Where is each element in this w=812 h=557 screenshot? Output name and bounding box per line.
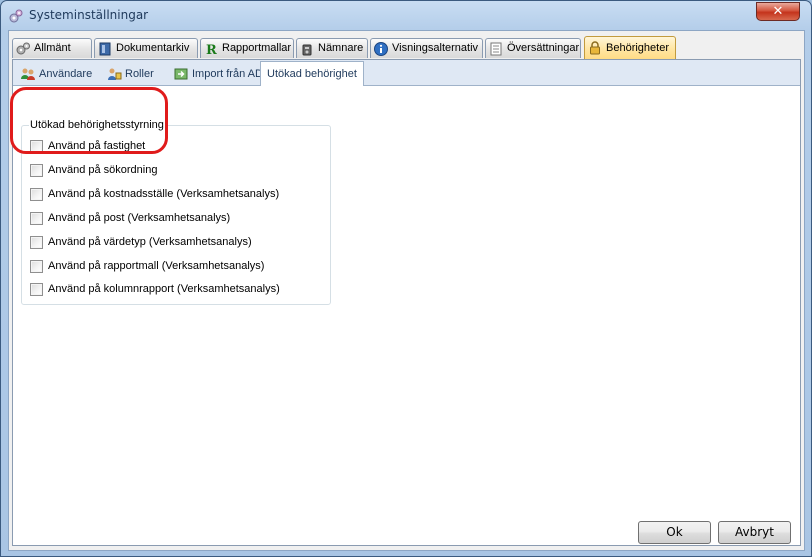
option-sokordning[interactable]: Använd på sökordning	[30, 162, 157, 178]
ok-button[interactable]: Ok	[638, 521, 711, 544]
subtab-utokad-behorighet[interactable]: Utökad behörighet	[260, 61, 364, 86]
report-r-icon: R	[206, 43, 217, 57]
option-vardetyp[interactable]: Använd på värdetyp (Verksamhetsanalys)	[30, 234, 252, 250]
import-icon	[174, 68, 188, 80]
document-icon	[490, 42, 502, 55]
roles-icon	[108, 68, 122, 80]
cancel-button[interactable]: Avbryt	[718, 521, 791, 544]
tab-namnare[interactable]: Nämnare	[296, 38, 368, 58]
subtab-label: Import från AD	[192, 68, 263, 80]
subtab-roller[interactable]: Roller	[103, 63, 157, 85]
checkbox-label: Använd på kolumnrapport (Verksamhetsanal…	[48, 283, 280, 295]
main-tab-strip: Allmänt Dokumentarkiv R Rapportmallar Nä…	[12, 36, 802, 59]
checkbox-label: Använd på kostnadsställe (Verksamhetsana…	[48, 188, 280, 200]
close-icon: ✕	[772, 4, 784, 19]
sub-tab-strip: Användare Roller Import från AD Utökad b…	[13, 60, 800, 86]
tab-label: Översättningar	[507, 42, 580, 54]
scale-icon	[302, 44, 312, 55]
checkbox-label: Använd på värdetyp (Verksamhetsanalys)	[48, 236, 252, 248]
tab-label: Nämnare	[318, 42, 364, 54]
subtab-label: Roller	[125, 68, 154, 80]
close-button[interactable]: ✕	[756, 2, 800, 21]
option-kolumnrapport[interactable]: Använd på kolumnrapport (Verksamhetsanal…	[30, 281, 280, 297]
tab-visningsalternativ[interactable]: Visningsalternativ	[370, 38, 483, 58]
svg-text:R: R	[206, 43, 217, 57]
tab-rapportmallar[interactable]: R Rapportmallar	[200, 38, 294, 58]
option-kostnadsstalle[interactable]: Använd på kostnadsställe (Verksamhetsana…	[30, 186, 279, 202]
window-title: Systeminställningar	[29, 8, 149, 22]
tab-label: Allmänt	[34, 42, 71, 54]
tab-label: Visningsalternativ	[392, 42, 479, 54]
checkbox[interactable]	[30, 259, 43, 273]
subtab-label: Användare	[39, 68, 93, 80]
app-gear-icon	[9, 9, 23, 23]
highlight-annotation	[10, 87, 168, 154]
binder-icon	[99, 42, 111, 55]
lock-icon	[590, 41, 600, 55]
subtab-label: Utökad behörighet	[267, 68, 357, 80]
title-bar[interactable]: Systeminställningar ✕	[1, 1, 811, 30]
tab-label: Rapportmallar	[222, 42, 292, 54]
gears-icon	[16, 42, 30, 54]
tab-label: Dokumentarkiv	[116, 42, 190, 54]
info-icon	[374, 41, 388, 56]
checkbox-label: Använd på post (Verksamhetsanalys)	[48, 212, 231, 224]
settings-window: Systeminställningar ✕ Allmänt Dokumentar…	[0, 0, 812, 557]
option-rapportmall[interactable]: Använd på rapportmall (Verksamhetsanalys…	[30, 258, 264, 274]
checkbox-label: Använd på sökordning	[48, 164, 158, 176]
option-post[interactable]: Använd på post (Verksamhetsanalys)	[30, 210, 230, 226]
subtab-import-ad[interactable]: Import från AD	[170, 63, 266, 85]
tab-behorigheter[interactable]: Behörigheter	[584, 36, 676, 59]
tab-label: Behörigheter	[606, 41, 669, 54]
tab-oversattningar[interactable]: Översättningar	[485, 38, 581, 58]
tab-allmant[interactable]: Allmänt	[12, 38, 92, 58]
checkbox-label: Använd på rapportmall (Verksamhetsanalys…	[48, 260, 265, 272]
users-icon	[21, 68, 35, 80]
checkbox[interactable]	[30, 235, 43, 249]
checkbox[interactable]	[30, 163, 43, 177]
checkbox[interactable]	[30, 282, 43, 296]
tab-dokumentarkiv[interactable]: Dokumentarkiv	[94, 38, 198, 58]
subtab-anvandare[interactable]: Användare	[17, 63, 95, 85]
checkbox[interactable]	[30, 211, 43, 225]
checkbox[interactable]	[30, 187, 43, 201]
